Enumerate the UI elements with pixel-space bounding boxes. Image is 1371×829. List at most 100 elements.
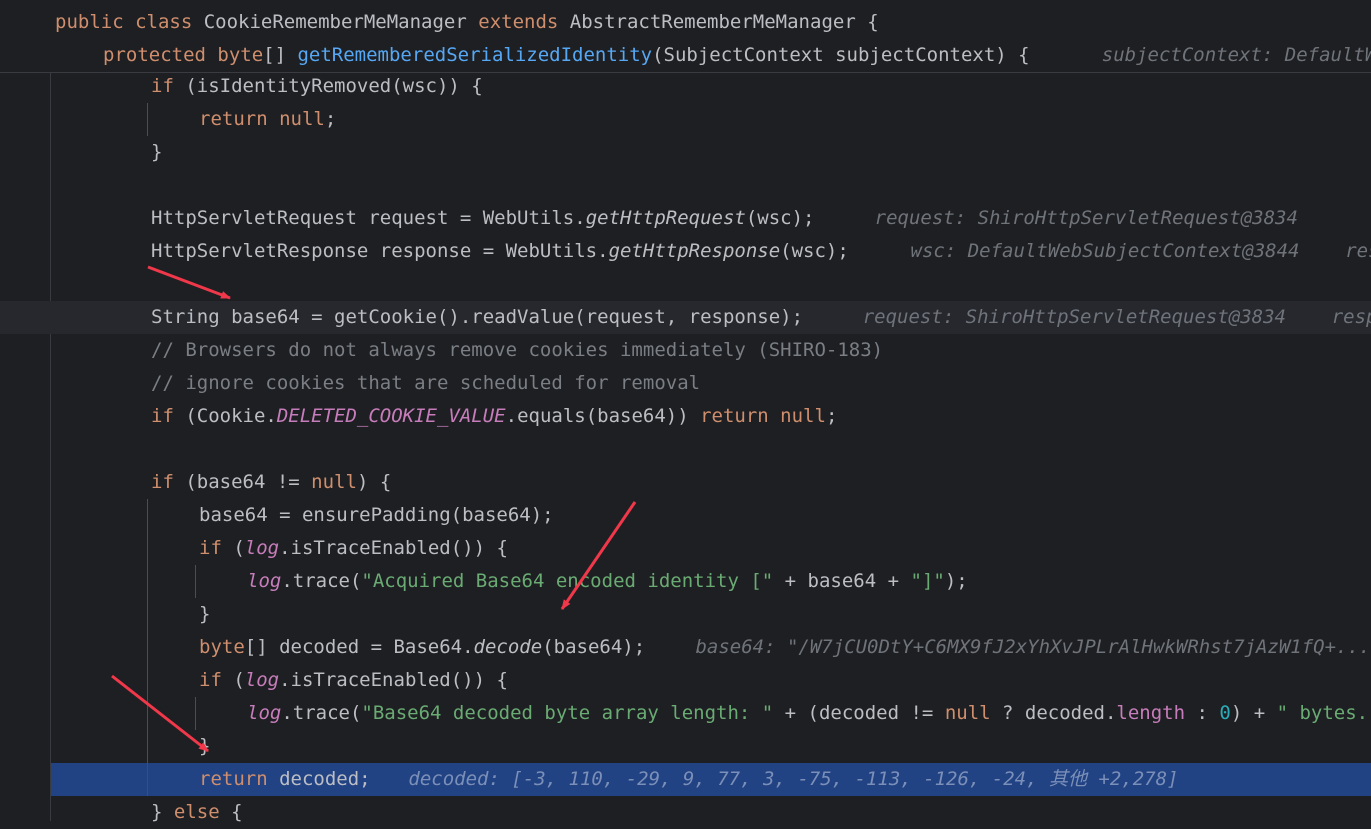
code-text: public class CookieRememberMeManager ext… bbox=[55, 6, 879, 39]
code-line[interactable]: log.trace("Base64 decoded byte array len… bbox=[0, 697, 1371, 730]
code-text: } bbox=[151, 136, 162, 169]
code-text: protected byte[] getRememberedSerialized… bbox=[103, 39, 1030, 72]
code-token: (SubjectContext subjectContext) { bbox=[652, 44, 1030, 66]
code-line[interactable]: HttpServletRequest request = WebUtils.ge… bbox=[0, 202, 1371, 235]
code-token: log bbox=[244, 669, 280, 691]
inline-debug-value[interactable]: request: ShiroHttpServletRequest@3834 bbox=[875, 202, 1298, 235]
inline-debug-value[interactable]: wsc: DefaultWebSubjectContext@3844 respo… bbox=[911, 235, 1371, 268]
code-line[interactable]: if (log.isTraceEnabled()) { bbox=[0, 532, 1371, 565]
code-token: [] bbox=[263, 44, 298, 66]
code-token: (Cookie. bbox=[185, 405, 277, 427]
code-text: HttpServletRequest request = WebUtils.ge… bbox=[151, 202, 814, 235]
code-token: (wsc); bbox=[780, 240, 849, 262]
code-line[interactable]: log.trace("Acquired Base64 encoded ident… bbox=[0, 565, 1371, 598]
code-token: ; bbox=[324, 108, 337, 130]
code-line[interactable]: if (base64 != null) { bbox=[0, 466, 1371, 499]
code-text: String base64 = getCookie().readValue(re… bbox=[151, 301, 803, 334]
code-line[interactable]: if (log.isTraceEnabled()) { bbox=[0, 664, 1371, 697]
indent-guide bbox=[147, 631, 148, 664]
code-token: (base64); bbox=[542, 636, 646, 658]
code-token: byte bbox=[199, 636, 245, 658]
code-token: log bbox=[244, 537, 280, 559]
indent-guide bbox=[147, 598, 148, 631]
code-token: (wsc); bbox=[745, 207, 815, 229]
code-line[interactable]: HttpServletResponse response = WebUtils.… bbox=[0, 235, 1371, 268]
code-token: protected byte bbox=[103, 44, 264, 66]
code-token: " bytes." bbox=[1276, 702, 1371, 724]
code-line[interactable]: protected byte[] getRememberedSerialized… bbox=[0, 39, 1371, 72]
code-token: .equals(base64)) bbox=[505, 405, 701, 427]
code-token: return null bbox=[199, 108, 325, 130]
code-token: return bbox=[199, 768, 280, 790]
code-line[interactable]: } else { bbox=[0, 796, 1371, 829]
code-token: log bbox=[247, 570, 282, 592]
code-token: public class bbox=[55, 11, 204, 33]
code-text: } bbox=[199, 598, 210, 631]
indent-guide bbox=[147, 763, 148, 796]
code-line[interactable] bbox=[0, 433, 1371, 466]
code-token: .isTraceEnabled()) { bbox=[279, 537, 508, 559]
code-token: if bbox=[151, 405, 186, 427]
execution-point-line[interactable]: return decoded; decoded: [-3, 110, -29, 9… bbox=[51, 763, 1371, 796]
inline-debug-value[interactable]: decoded: [-3, 110, -29, 9, 77, 3, -75, -… bbox=[408, 763, 1178, 796]
code-token: CookieRememberMeManager bbox=[203, 11, 479, 33]
code-token: getHttpRequest bbox=[585, 207, 746, 229]
code-token: 0 bbox=[1219, 702, 1231, 724]
code-token: .trace( bbox=[281, 570, 362, 592]
code-token: HttpServletRequest request = WebUtils. bbox=[151, 207, 586, 229]
inline-debug-value[interactable]: base64: "/W7jCU0DtY+C6MX9fJ2xYhXvJPLrAlH… bbox=[695, 631, 1370, 664]
indent-guide bbox=[147, 499, 148, 532]
code-line[interactable]: base64 = ensurePadding(base64); bbox=[0, 499, 1371, 532]
code-token: ? decoded. bbox=[990, 702, 1117, 724]
code-token: (isIdentityRemoved(wsc)) { bbox=[185, 75, 483, 97]
code-token: : bbox=[1185, 702, 1220, 724]
code-line[interactable]: String base64 = getCookie().readValue(re… bbox=[0, 301, 1371, 334]
indent-guide bbox=[195, 565, 196, 598]
code-line[interactable]: } bbox=[0, 598, 1371, 631]
code-token: decode bbox=[473, 636, 543, 658]
code-token: return null bbox=[700, 405, 826, 427]
code-token: ; bbox=[825, 405, 838, 427]
code-text: if (base64 != null) { bbox=[151, 466, 391, 499]
code-line[interactable] bbox=[0, 268, 1371, 301]
code-token: (base64 != bbox=[185, 471, 312, 493]
code-line[interactable]: public class CookieRememberMeManager ext… bbox=[0, 6, 1371, 39]
code-line[interactable]: return null; bbox=[0, 103, 1371, 136]
code-token: base64 = ensurePadding(base64); bbox=[199, 504, 554, 526]
code-token: HttpServletResponse response = WebUtils. bbox=[151, 240, 609, 262]
code-text: if (isIdentityRemoved(wsc)) { bbox=[151, 70, 483, 103]
code-line[interactable]: // ignore cookies that are scheduled for… bbox=[0, 367, 1371, 400]
code-text: base64 = ensurePadding(base64); bbox=[199, 499, 554, 532]
code-token: getRememberedSerializedIdentity bbox=[297, 44, 653, 66]
code-token: } bbox=[151, 141, 163, 163]
inline-debug-value[interactable]: request: ShiroHttpServletRequest@3834 re… bbox=[863, 301, 1371, 334]
code-line[interactable]: if (Cookie.DELETED_COOKIE_VALUE.equals(b… bbox=[0, 400, 1371, 433]
code-text: log.trace("Acquired Base64 encoded ident… bbox=[247, 565, 968, 598]
code-line[interactable] bbox=[0, 169, 1371, 202]
indent-guide bbox=[147, 565, 148, 598]
code-token: if bbox=[199, 669, 234, 691]
indent-guide bbox=[147, 664, 148, 697]
code-token: null bbox=[311, 471, 357, 493]
code-token: "Base64 decoded byte array length: " bbox=[361, 702, 774, 724]
sticky-scroll-header[interactable]: public class CookieRememberMeManager ext… bbox=[0, 0, 1371, 73]
code-line[interactable]: byte[] decoded = Base64.decode(base64); b… bbox=[0, 631, 1371, 664]
code-line[interactable]: // Browsers do not always remove cookies… bbox=[0, 334, 1371, 367]
code-line[interactable]: if (isIdentityRemoved(wsc)) { bbox=[0, 70, 1371, 103]
code-token: } bbox=[199, 603, 211, 625]
indent-guide bbox=[195, 697, 196, 730]
code-token: { bbox=[231, 801, 243, 823]
code-token: // Browsers do not always remove cookies… bbox=[151, 339, 884, 361]
inline-debug-value[interactable]: subjectContext: DefaultWebSubjectContext… bbox=[1102, 39, 1371, 72]
code-text: return null; bbox=[199, 103, 336, 136]
code-text: if (log.isTraceEnabled()) { bbox=[199, 532, 508, 565]
code-line[interactable]: } bbox=[0, 136, 1371, 169]
code-text: HttpServletResponse response = WebUtils.… bbox=[151, 235, 849, 268]
code-token: } bbox=[151, 801, 174, 823]
code-text: byte[] decoded = Base64.decode(base64); bbox=[199, 631, 645, 664]
indent-guide bbox=[147, 730, 148, 763]
code-token: if bbox=[199, 537, 234, 559]
code-token: ( bbox=[233, 537, 245, 559]
code-text: // Browsers do not always remove cookies… bbox=[151, 334, 883, 367]
code-line[interactable]: } bbox=[0, 730, 1371, 763]
